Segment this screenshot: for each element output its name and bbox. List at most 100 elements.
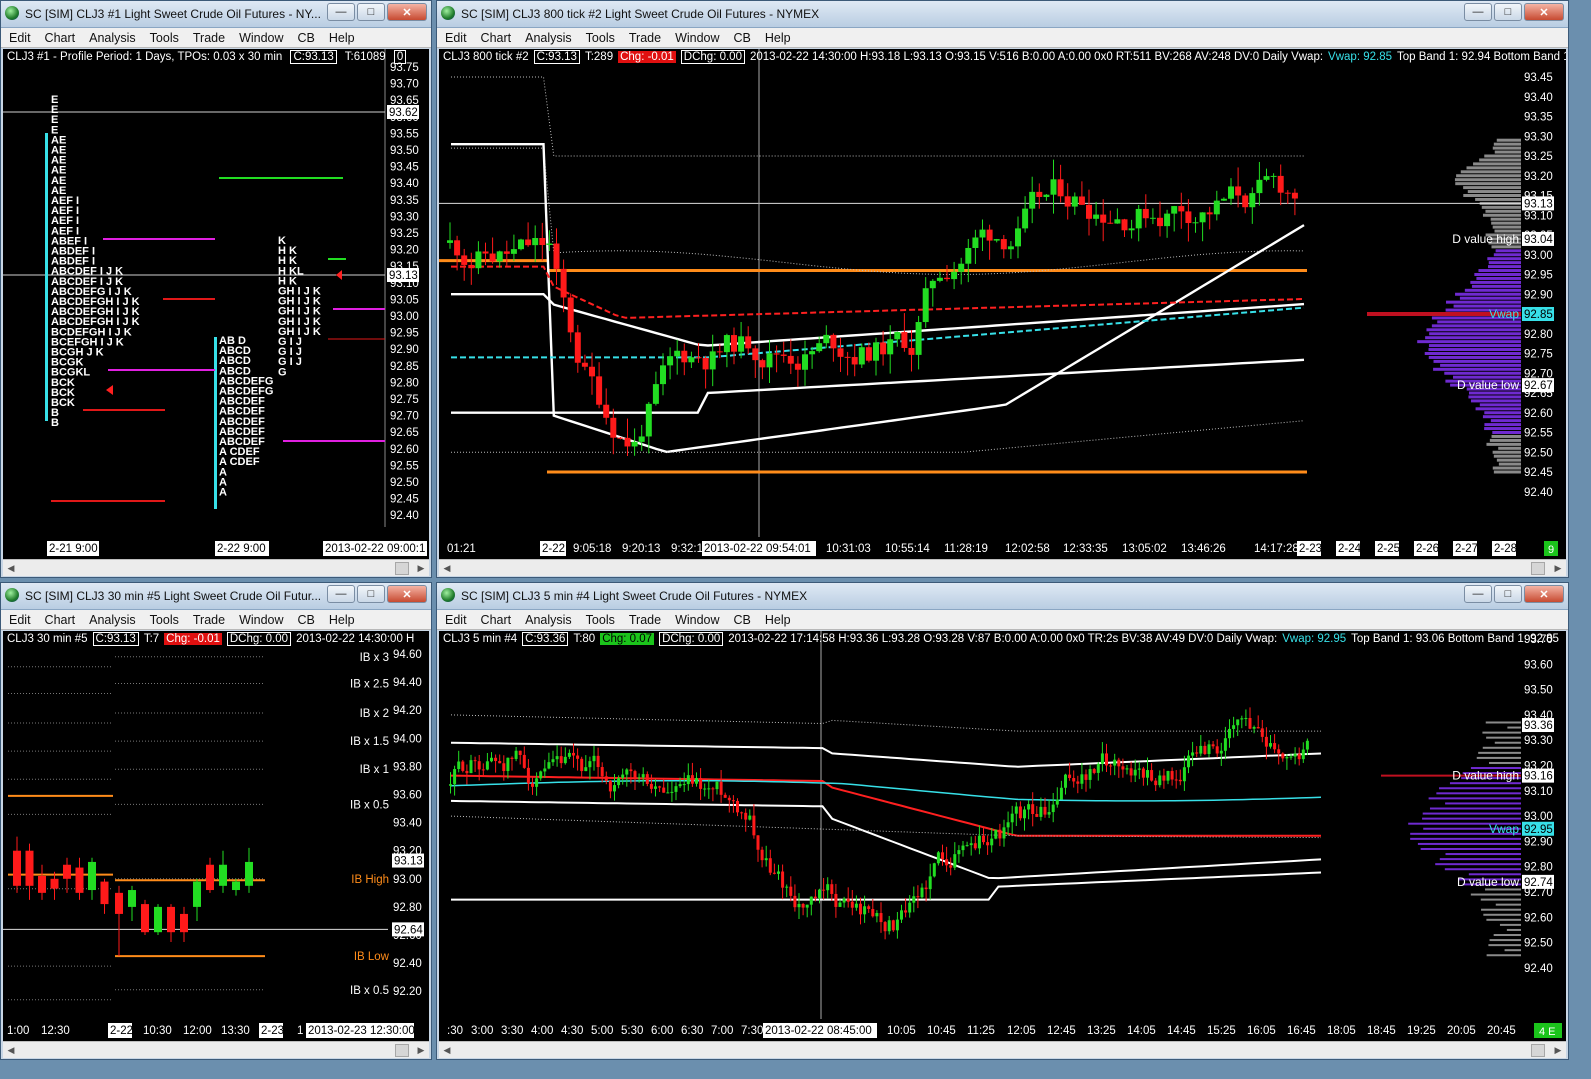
profile-chart-svg[interactable]: 93.7593.7093.6593.6093.5593.5093.4593.40… — [3, 49, 429, 559]
minimize-button[interactable]: — — [327, 3, 355, 21]
scroll-thumb[interactable] — [395, 562, 409, 575]
minimize-button[interactable]: — — [1464, 585, 1492, 603]
menu-chart[interactable]: Chart — [45, 610, 76, 629]
minimize-button[interactable]: — — [327, 585, 355, 603]
menu-window[interactable]: Window — [675, 610, 719, 629]
menu-help[interactable]: Help — [329, 610, 355, 629]
menu-edit[interactable]: Edit — [445, 610, 467, 629]
scroll-right-arrow-icon[interactable]: ▶ — [1550, 1042, 1566, 1058]
candle-body — [809, 351, 816, 355]
menu-analysis[interactable]: Analysis — [525, 610, 572, 629]
minimize-button[interactable]: — — [1464, 3, 1492, 21]
menu-window[interactable]: Window — [675, 28, 719, 47]
scroll-right-arrow-icon[interactable]: ▶ — [413, 1042, 429, 1058]
title-bar[interactable]: SC [SIM] CLJ3 30 min #5 Light Sweet Crud… — [1, 583, 431, 610]
title-bar[interactable]: SC [SIM] CLJ3 5 min #4 Light Sweet Crude… — [437, 583, 1568, 610]
menu-help[interactable]: Help — [765, 28, 791, 47]
volume-profile-bar — [1482, 213, 1521, 217]
chart-area[interactable]: 93.4593.4093.3593.3093.2593.2093.1593.10… — [439, 49, 1566, 559]
menu-trade[interactable]: Trade — [193, 610, 225, 629]
menu-edit[interactable]: Edit — [445, 28, 467, 47]
scroll-left-arrow-icon[interactable]: ◀ — [3, 560, 19, 576]
menu-chart[interactable]: Chart — [481, 610, 512, 629]
menu-window[interactable]: Window — [239, 610, 283, 629]
chart-area[interactable]: 93.70 93.60 93.50 93.40 93.30 93.20 93.10 93.00… — [439, 631, 1566, 1041]
window-5-min-chart[interactable]: SC [SIM] CLJ3 5 min #4 Light Sweet Crude… — [436, 582, 1569, 1060]
price-box-high: 93.62 — [389, 107, 418, 119]
candle-body — [1187, 755, 1190, 768]
horizontal-scrollbar[interactable]: ◀ ▶ — [3, 1041, 429, 1058]
menu-cb[interactable]: CB — [298, 28, 315, 47]
candle-body — [895, 919, 899, 931]
candle-body — [740, 812, 744, 814]
volume-profile-bar — [1491, 434, 1521, 438]
candle-body — [1199, 212, 1206, 223]
menu-tools[interactable]: Tools — [586, 610, 615, 629]
menu-edit[interactable]: Edit — [9, 610, 31, 629]
five-min-chart-svg[interactable]: 93.7093.6093.5093.4093.3093.2093.1093.00… — [439, 631, 1566, 1041]
maximize-button[interactable]: □ — [357, 585, 385, 603]
title-bar[interactable]: SC [SIM] CLJ3 #1 Light Sweet Crude Oil F… — [1, 1, 431, 28]
x-axis-tick-label: 2-22 — [542, 543, 565, 555]
scroll-thumb[interactable] — [1531, 562, 1545, 575]
menu-analysis[interactable]: Analysis — [525, 28, 572, 47]
band-values: Top Band 1: 93.06 Bottom Band 1: 92.85 — [1351, 633, 1559, 645]
candle-body — [1109, 765, 1113, 767]
horizontal-scrollbar[interactable]: ◀ ▶ — [439, 559, 1566, 576]
close-button[interactable]: ✕ — [387, 3, 427, 21]
menu-cb[interactable]: CB — [734, 28, 751, 47]
menu-chart[interactable]: Chart — [45, 28, 76, 47]
menu-cb[interactable]: CB — [734, 610, 751, 629]
menu-window[interactable]: Window — [239, 28, 283, 47]
menu-trade[interactable]: Trade — [629, 28, 661, 47]
chart-area[interactable]: 94.60 94.40 94.20 94.00 93.80 93.60 93.40 93.20… — [3, 631, 429, 1041]
maximize-button[interactable]: □ — [1494, 3, 1522, 21]
candle-body — [506, 757, 510, 772]
menu-tools[interactable]: Tools — [586, 28, 615, 47]
volume-profile-bar — [1492, 225, 1521, 229]
menu-tools[interactable]: Tools — [150, 28, 179, 47]
close-button[interactable]: ✕ — [1524, 585, 1564, 603]
window-800-tick-chart[interactable]: SC [SIM] CLJ3 800 tick #2 Light Sweet Cr… — [436, 0, 1569, 578]
horizontal-scrollbar[interactable]: ◀ ▶ — [439, 1041, 1566, 1058]
window-30-min-chart[interactable]: SC [SIM] CLJ3 30 min #5 Light Sweet Crud… — [0, 582, 432, 1060]
x-axis-tick-label: 2-28 — [1494, 543, 1517, 555]
window-profile-chart[interactable]: SC [SIM] CLJ3 #1 Light Sweet Crude Oil F… — [0, 0, 432, 578]
menu-trade[interactable]: Trade — [629, 610, 661, 629]
scroll-right-arrow-icon[interactable]: ▶ — [413, 560, 429, 576]
volume-profile-bar — [1428, 797, 1521, 800]
close-button[interactable]: ✕ — [1524, 3, 1564, 21]
chart-area[interactable]: 93.7593.7093.6593.6093.5593.5093.4593.40… — [3, 49, 429, 559]
scroll-left-arrow-icon[interactable]: ◀ — [3, 1042, 19, 1058]
thirty-min-chart-svg[interactable]: 94.6094.4094.2094.0093.8093.6093.4093.20… — [3, 631, 429, 1041]
horizontal-scrollbar[interactable]: ◀ ▶ — [3, 559, 429, 576]
menu-tools[interactable]: Tools — [150, 610, 179, 629]
menu-analysis[interactable]: Analysis — [89, 28, 136, 47]
title-bar[interactable]: SC [SIM] CLJ3 800 tick #2 Light Sweet Cr… — [437, 1, 1568, 28]
tick-chart-svg[interactable]: 93.4593.4093.3593.3093.2593.2093.1593.10… — [439, 49, 1566, 559]
candle-body — [1178, 206, 1185, 212]
maximize-button[interactable]: □ — [357, 3, 385, 21]
scroll-left-arrow-icon[interactable]: ◀ — [439, 1042, 455, 1058]
candle-body — [1114, 219, 1121, 224]
scroll-thumb[interactable] — [395, 1044, 409, 1057]
candle-body — [629, 769, 633, 772]
scroll-left-arrow-icon[interactable]: ◀ — [439, 560, 455, 576]
menu-edit[interactable]: Edit — [9, 28, 31, 47]
candle-body — [916, 896, 920, 898]
candle-body — [489, 253, 496, 262]
menu-help[interactable]: Help — [765, 610, 791, 629]
tpo-row: A — [219, 487, 227, 499]
menu-trade[interactable]: Trade — [193, 28, 225, 47]
scroll-right-arrow-icon[interactable]: ▶ — [1550, 560, 1566, 576]
volume-profile-bar — [1489, 438, 1521, 442]
scroll-thumb[interactable] — [1531, 1044, 1545, 1057]
close-price-box: C:93.13 — [533, 50, 580, 64]
maximize-button[interactable]: □ — [1494, 585, 1522, 603]
menu-help[interactable]: Help — [329, 28, 355, 47]
candle-body — [1100, 214, 1107, 223]
close-button[interactable]: ✕ — [387, 585, 427, 603]
menu-cb[interactable]: CB — [298, 610, 315, 629]
menu-analysis[interactable]: Analysis — [89, 610, 136, 629]
menu-chart[interactable]: Chart — [481, 28, 512, 47]
